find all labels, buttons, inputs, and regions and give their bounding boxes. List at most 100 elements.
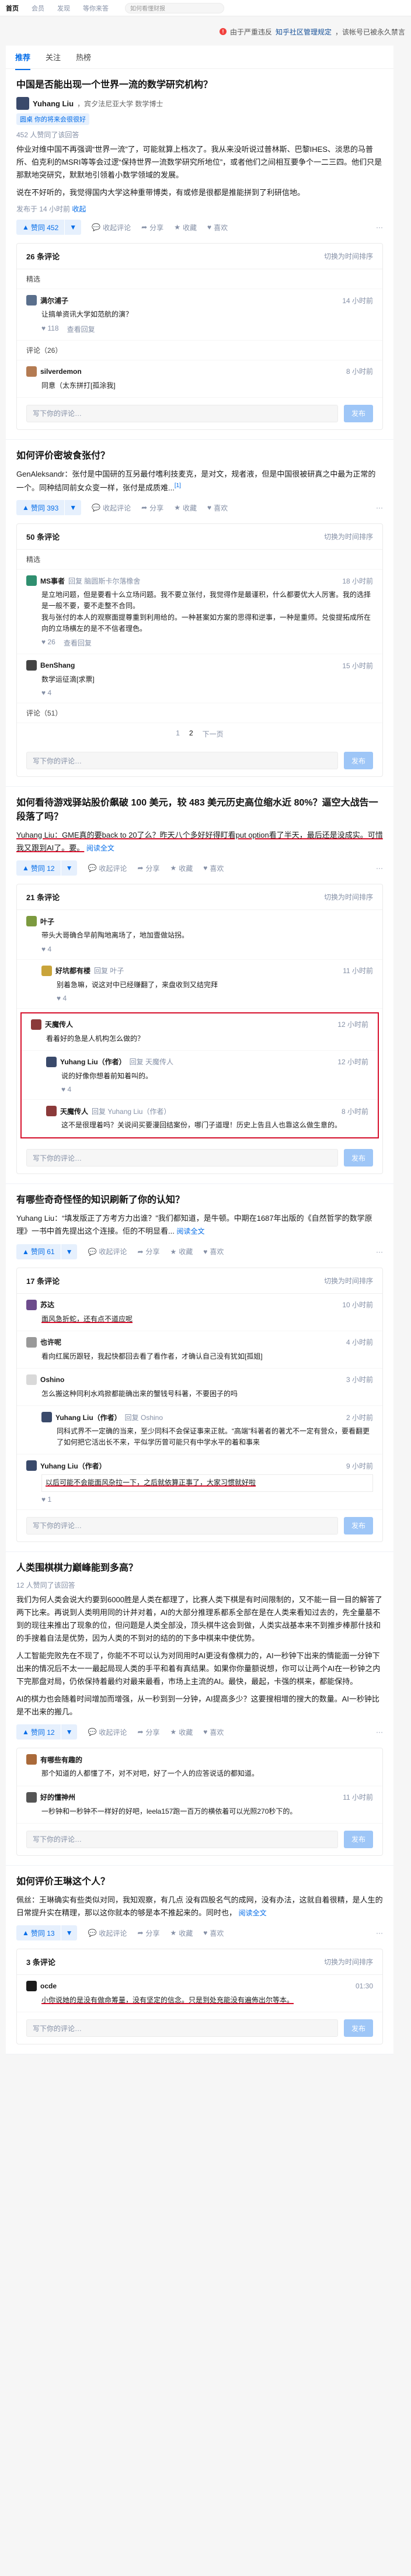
comment-like-button[interactable]: ♥ 118 [41,324,59,334]
comment-input[interactable]: 写下你的评论… [26,2019,338,2037]
next-page-button[interactable]: 下一页 [203,729,224,739]
tab-hot[interactable]: 热榜 [76,51,91,63]
comment-input[interactable]: 写下你的评论… [26,404,338,422]
vote-button[interactable]: ▲ 赞同 393 ▼ [16,500,82,516]
commenter-name[interactable]: 好坑都有楼 [55,966,90,975]
favorite-button[interactable]: ★ 收藏 [170,1727,193,1737]
comment-like-button[interactable]: ♥ 4 [41,945,51,953]
comment-like-button[interactable]: ♥ 4 [41,689,51,697]
commenter-name[interactable]: 满尔浦子 [40,296,68,305]
read-more-link[interactable]: 阅读全文 [176,1227,204,1235]
reply-target[interactable]: 回复 天魔传人 [130,1057,173,1067]
commenter-name[interactable]: Oshino [40,1376,64,1384]
publish-button[interactable]: 发布 [344,404,373,422]
comment-button[interactable]: 💬 收起评论 [88,863,127,873]
commenter-name[interactable]: 天魔传人 [45,1019,73,1029]
commenter-name[interactable]: 叶子 [40,916,54,926]
view-replies-link[interactable]: 查看回复 [64,638,92,648]
downvote-button[interactable]: ▼ [60,1925,78,1941]
comment-button[interactable]: 💬 收起评论 [88,1928,127,1938]
like-button[interactable]: ♥ 喜欢 [203,1727,224,1737]
comment-button[interactable]: 💬 收起评论 [88,1727,127,1737]
reply-target[interactable]: 回复 脑圆斯卡尔落橡舍 [68,576,140,586]
nav-home[interactable]: 首页 [6,4,19,13]
more-button[interactable]: ··· [376,1929,383,1937]
page-2[interactable]: 2 [189,729,193,739]
avatar[interactable] [26,1981,37,1992]
tab-recommend[interactable]: 推荐 [15,51,31,70]
like-button[interactable]: ♥ 喜欢 [207,503,228,513]
publish-button[interactable]: 发布 [344,2019,373,2037]
commenter-name[interactable]: 有哪些有趣的 [40,1755,82,1765]
comment-input[interactable]: 写下你的评论… [26,1830,338,1848]
vote-button[interactable]: ▲ 赞同 12 ▼ [16,860,78,876]
upvote-button[interactable]: ▲ 赞同 12 [16,1724,61,1740]
avatar[interactable] [26,1299,37,1310]
more-button[interactable]: ··· [376,864,383,872]
downvote-button[interactable]: ▼ [60,1244,78,1259]
nav-waiting[interactable]: 等你来答 [83,4,109,13]
like-button[interactable]: ♥ 喜欢 [203,1928,224,1938]
like-button[interactable]: ♥ 喜欢 [203,863,224,873]
avatar[interactable] [26,295,37,306]
avatar[interactable] [26,366,37,377]
question-title[interactable]: 有哪些奇奇怪怪的知识刷新了你的认知？ [16,1193,383,1207]
favorite-button[interactable]: ★ 收藏 [170,1928,193,1938]
commenter-name[interactable]: ocde [40,1982,57,1990]
publish-button[interactable]: 发布 [344,1516,373,1535]
avatar[interactable] [26,1460,37,1471]
view-replies-link[interactable]: 查看回复 [67,324,95,334]
publish-button[interactable]: 发布 [344,1830,373,1848]
commenter-name[interactable]: BenShang [40,661,75,669]
sort-toggle[interactable]: 切换为时间排序 [324,1957,373,1967]
tab-follow[interactable]: 关注 [46,51,61,63]
share-button[interactable]: ➦ 分享 [137,1247,159,1256]
comment-like-button[interactable]: ♥ 26 [41,638,55,648]
comment-input[interactable]: 写下你的评论… [26,1516,338,1535]
avatar[interactable] [26,1754,37,1765]
downvote-button[interactable]: ▼ [60,1724,78,1740]
publish-button[interactable]: 发布 [344,1149,373,1167]
read-more-link[interactable]: 阅读全文 [86,844,114,852]
comment-like-button[interactable]: ♥ 4 [61,1085,71,1093]
share-button[interactable]: ➦ 分享 [137,863,159,873]
sort-toggle[interactable]: 切换为时间排序 [324,532,373,541]
comment-button[interactable]: 💬 收起评论 [88,1247,127,1256]
commenter-name[interactable]: MS事者 [40,576,65,586]
vote-button[interactable]: ▲ 赞同 61 ▼ [16,1244,78,1259]
read-more-link[interactable]: 阅读全文 [239,1909,267,1917]
avatar[interactable] [31,1019,41,1030]
reply-target[interactable]: 回复 Yuhang Liu（作者） [92,1106,170,1116]
collapse-link[interactable]: 收起 [72,205,86,213]
share-button[interactable]: ➦ 分享 [137,1727,159,1737]
upvote-button[interactable]: ▲ 赞同 61 [16,1244,61,1259]
sort-toggle[interactable]: 切换为时间排序 [324,892,373,902]
comment-input[interactable]: 写下你的评论… [26,1149,338,1167]
favorite-button[interactable]: ★ 收藏 [174,223,197,232]
upvote-button[interactable]: ▲ 赞同 13 [16,1925,61,1940]
search-input[interactable]: 如何看懂财报 [125,2,224,13]
commenter-name[interactable]: 苏达 [40,1300,54,1310]
commenter-name[interactable]: Yuhang Liu（作者） [60,1057,126,1067]
avatar[interactable] [26,916,37,927]
upvote-button[interactable]: ▲ 赞同 12 [16,860,61,876]
commenter-name[interactable]: Yuhang Liu（作者） [40,1461,106,1471]
avatar[interactable] [46,1106,57,1117]
comment-button[interactable]: 💬 收起评论 [92,223,131,232]
vote-button[interactable]: ▲ 赞同 12 ▼ [16,1724,78,1740]
upvote-button[interactable]: ▲ 赞同 393 [16,500,64,515]
avatar[interactable] [16,97,29,110]
more-button[interactable]: ··· [376,504,383,512]
question-title[interactable]: 人类围棋棋力巅峰能到多高？ [16,1561,383,1575]
vote-button[interactable]: ▲ 赞同 452 ▼ [16,220,82,235]
sort-toggle[interactable]: 切换为时间排序 [324,1276,373,1286]
favorite-button[interactable]: ★ 收藏 [174,503,197,513]
downvote-button[interactable]: ▼ [64,500,81,516]
vote-button[interactable]: ▲ 赞同 13 ▼ [16,1925,78,1941]
roundtable-badge[interactable]: 圆桌 你的将来会很很好 [16,113,90,125]
favorite-button[interactable]: ★ 收藏 [170,1247,193,1256]
reply-target[interactable]: 回复 Oshino [125,1412,163,1422]
comment-button[interactable]: 💬 收起评论 [92,503,131,513]
commenter-name[interactable]: 好的懂神州 [40,1792,75,1802]
avatar[interactable] [41,965,52,976]
